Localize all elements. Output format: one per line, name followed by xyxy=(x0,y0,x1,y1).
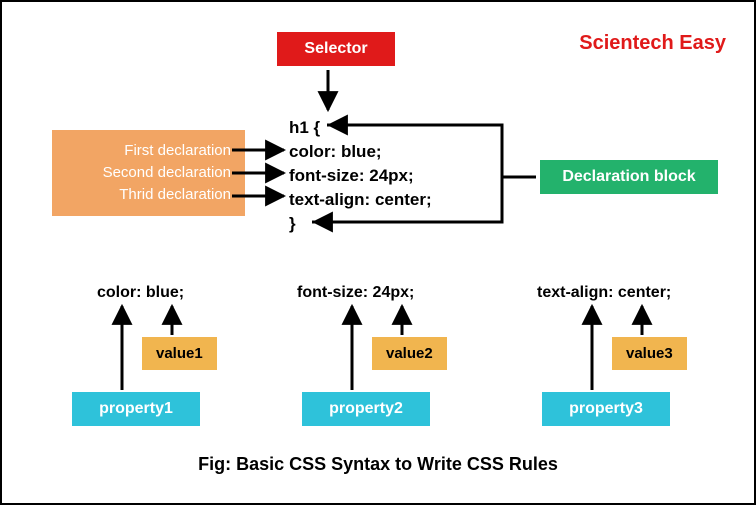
code-line-4: text-align: center; xyxy=(289,188,432,212)
value2-box: value2 xyxy=(372,337,447,370)
example-1-text: color: blue; xyxy=(97,284,184,302)
third-declaration-label: Thrid declaration xyxy=(66,184,231,206)
figure-caption: Fig: Basic CSS Syntax to Write CSS Rules xyxy=(2,454,754,475)
first-declaration-label: First declaration xyxy=(66,140,231,162)
property1-box: property1 xyxy=(72,392,200,426)
value3-box: value3 xyxy=(612,337,687,370)
code-line-2: color: blue; xyxy=(289,140,432,164)
second-declaration-label: Second declaration xyxy=(66,162,231,184)
selector-box: Selector xyxy=(277,32,395,66)
brand-label: Scientech Easy xyxy=(579,32,726,55)
value1-box: value1 xyxy=(142,337,217,370)
declarations-box: First declaration Second declaration Thr… xyxy=(52,130,245,216)
example-2-text: font-size: 24px; xyxy=(297,284,414,302)
declaration-block-box: Declaration block xyxy=(540,160,718,194)
code-line-3: font-size: 24px; xyxy=(289,164,432,188)
arrows-layer xyxy=(2,2,756,507)
code-block: h1 { color: blue; font-size: 24px; text-… xyxy=(289,116,432,236)
example-3-text: text-align: center; xyxy=(537,284,671,302)
property3-box: property3 xyxy=(542,392,670,426)
code-line-1: h1 { xyxy=(289,116,432,140)
property2-box: property2 xyxy=(302,392,430,426)
code-line-5: } xyxy=(289,212,432,236)
